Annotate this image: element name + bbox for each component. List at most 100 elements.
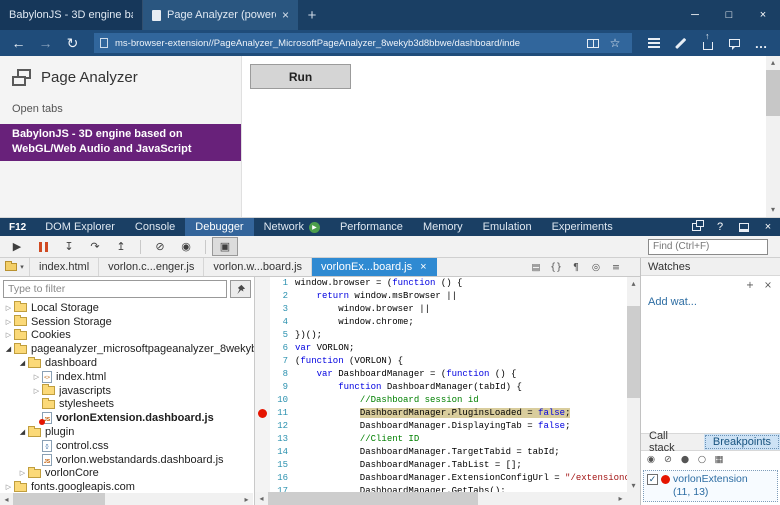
expand-arrow-icon[interactable]: ▷ <box>3 331 14 339</box>
pin-file-picker-button[interactable] <box>230 280 251 298</box>
tree-horizontal-scrollbar[interactable]: ◂ ▸ <box>0 493 253 505</box>
maximize-button[interactable]: □ <box>712 0 746 30</box>
continue-icon[interactable]: ▶ <box>4 237 30 256</box>
expand-arrow-icon[interactable]: ▷ <box>17 469 28 477</box>
code-text[interactable]: DashboardManager.PluginsLoaded = false; <box>295 407 627 420</box>
break-icon[interactable] <box>30 237 56 256</box>
browser-tab-page-analyzer[interactable]: Page Analyzer (powere... × <box>143 0 298 30</box>
break-on-new-worker-icon[interactable]: ◉ <box>173 237 199 256</box>
expand-arrow-icon[interactable]: ▷ <box>31 387 42 395</box>
code-text[interactable]: var VORLON; <box>295 342 627 355</box>
code-text[interactable]: DashboardManager.GetTabs(); <box>295 485 627 492</box>
just-my-code-icon[interactable]: ▣ <box>212 237 238 256</box>
editor-horizontal-scrollbar[interactable]: ◂ ▸ <box>255 492 627 505</box>
breakpoint-margin[interactable] <box>255 446 270 459</box>
browser-tab-babylonjs[interactable]: BabylonJS - 3D engine base <box>0 0 143 30</box>
scroll-down-icon[interactable]: ▾ <box>627 479 640 492</box>
scroll-right-icon[interactable]: ▸ <box>240 495 253 504</box>
breakpoint-margin[interactable] <box>255 407 270 420</box>
exception-control-icon[interactable]: ⊘ <box>147 237 173 256</box>
file-picker-button[interactable]: ▾ <box>0 258 30 276</box>
breakpoint-margin[interactable] <box>255 290 270 303</box>
code-editor[interactable]: 1window.browser = (function () {2 return… <box>255 277 640 505</box>
close-window-button[interactable]: × <box>746 0 780 30</box>
collapse-arrow-icon[interactable]: ◢ <box>17 359 28 367</box>
breakpoint-margin[interactable] <box>255 459 270 472</box>
breakpoint-margin[interactable] <box>255 329 270 342</box>
close-document-icon[interactable]: × <box>420 261 426 273</box>
delete-all-breakpoints-icon[interactable]: ▦ <box>711 452 727 467</box>
breakpoint-margin[interactable] <box>255 381 270 394</box>
scroll-up-icon[interactable]: ▴ <box>766 56 780 70</box>
document-tab-index-html[interactable]: index.html <box>30 258 99 276</box>
breakpoint-margin[interactable] <box>255 368 270 381</box>
code-text[interactable]: //Client ID <box>295 433 627 446</box>
breakpoint-margin[interactable] <box>255 420 270 433</box>
code-text[interactable]: DashboardManager.TabList = []; <box>295 459 627 472</box>
close-tab-icon[interactable]: × <box>282 8 289 22</box>
dock-bottom-icon[interactable] <box>732 218 756 236</box>
enable-all-breakpoints-icon[interactable]: ● <box>677 452 693 467</box>
tree-item-local-storage[interactable]: ▷Local Storage <box>0 301 254 315</box>
breakpoint-margin[interactable] <box>255 303 270 316</box>
add-watch-link[interactable]: Add wat... <box>641 293 780 308</box>
undock-icon[interactable] <box>684 218 708 236</box>
tree-item-vorloncore[interactable]: ▷vorlonCore <box>0 467 254 481</box>
devtools-tab-network[interactable]: Network▶ <box>254 218 330 236</box>
document-tab-vorlon-w-board-js[interactable]: vorlon.w...board.js <box>204 258 312 276</box>
feedback-icon[interactable] <box>721 32 748 54</box>
address-bar[interactable]: ms-browser-extension//PageAnalyzer_Micro… <box>94 33 632 53</box>
devtools-tab-experiments[interactable]: Experiments <box>542 218 623 236</box>
tab-call-stack[interactable]: Call stack <box>641 434 700 450</box>
minimize-button[interactable]: ─ <box>678 0 712 30</box>
tree-item-stylesheets[interactable]: stylesheets <box>0 398 254 412</box>
tree-item-control-css[interactable]: control.css <box>0 439 254 453</box>
pretty-print-icon[interactable]: {} <box>548 260 564 275</box>
code-text[interactable]: window.chrome; <box>295 316 627 329</box>
address-url[interactable]: ms-browser-extension//PageAnalyzer_Micro… <box>115 38 575 49</box>
web-note-icon[interactable] <box>667 32 694 54</box>
step-out-icon[interactable]: ↥ <box>108 237 134 256</box>
tree-item-vorlon-webstandards-dashboard-js[interactable]: vorlon.webstandards.dashboard.js <box>0 453 254 467</box>
breakpoint-checkbox[interactable]: ✓ <box>647 474 658 485</box>
breakpoint-margin[interactable] <box>255 277 270 290</box>
tree-item-fonts-googleapis-com[interactable]: ▷fonts.googleapis.com <box>0 480 254 492</box>
breakpoint-margin[interactable] <box>255 485 270 492</box>
disable-all-breakpoints-icon[interactable]: ○ <box>694 452 710 467</box>
devtools-tab-performance[interactable]: Performance <box>330 218 413 236</box>
tree-item-javascripts[interactable]: ▷javascripts <box>0 384 254 398</box>
scroll-down-icon[interactable]: ▾ <box>766 203 780 217</box>
word-wrap-icon[interactable]: ¶ <box>568 260 584 275</box>
breakpoint-margin[interactable] <box>255 355 270 368</box>
expand-arrow-icon[interactable]: ▷ <box>31 373 42 381</box>
code-text[interactable]: DashboardManager.TargetTabid = tabId; <box>295 446 627 459</box>
breakpoint-margin[interactable] <box>255 342 270 355</box>
tree-item-session-storage[interactable]: ▷Session Storage <box>0 315 254 329</box>
step-over-icon[interactable]: ↷ <box>82 237 108 256</box>
scrollbar-thumb[interactable] <box>627 306 640 398</box>
page-vertical-scrollbar[interactable]: ▴ ▾ <box>766 56 780 217</box>
expand-arrow-icon[interactable]: ▷ <box>3 304 14 312</box>
favorites-star-icon[interactable]: ☆ <box>604 33 626 53</box>
hub-icon[interactable] <box>640 32 667 54</box>
exception-breakpoint-icon[interactable]: ⊘ <box>660 452 676 467</box>
scroll-up-icon[interactable]: ▴ <box>627 277 640 290</box>
code-text[interactable]: (function (VORLON) { <box>295 355 627 368</box>
tree-item-dashboard[interactable]: ◢dashboard <box>0 356 254 370</box>
code-lines[interactable]: 1window.browser = (function () {2 return… <box>255 277 627 492</box>
new-tab-button[interactable]: + <box>298 0 326 30</box>
devtools-tab-emulation[interactable]: Emulation <box>473 218 542 236</box>
code-text[interactable]: var DashboardManager = (function () { <box>295 368 627 381</box>
scroll-left-icon[interactable]: ◂ <box>0 495 13 504</box>
tab-breakpoints[interactable]: Breakpoints <box>704 434 780 450</box>
code-text[interactable]: return window.msBrowser || <box>295 290 627 303</box>
close-devtools-icon[interactable]: × <box>756 218 780 236</box>
scrollbar-thumb[interactable] <box>268 492 478 505</box>
back-button[interactable]: ← <box>5 32 32 54</box>
code-text[interactable]: DashboardManager.ExtensionConfigUrl = "/… <box>295 472 627 485</box>
open-tab-item-babylonjs[interactable]: BabylonJS - 3D engine based on WebGL/Web… <box>0 124 241 161</box>
help-icon[interactable]: ? <box>708 218 732 236</box>
toggle-all-breakpoints-icon[interactable]: ◎ <box>588 260 604 275</box>
devtools-tab-console[interactable]: Console <box>125 218 185 236</box>
scrollbar-thumb[interactable] <box>13 493 105 505</box>
